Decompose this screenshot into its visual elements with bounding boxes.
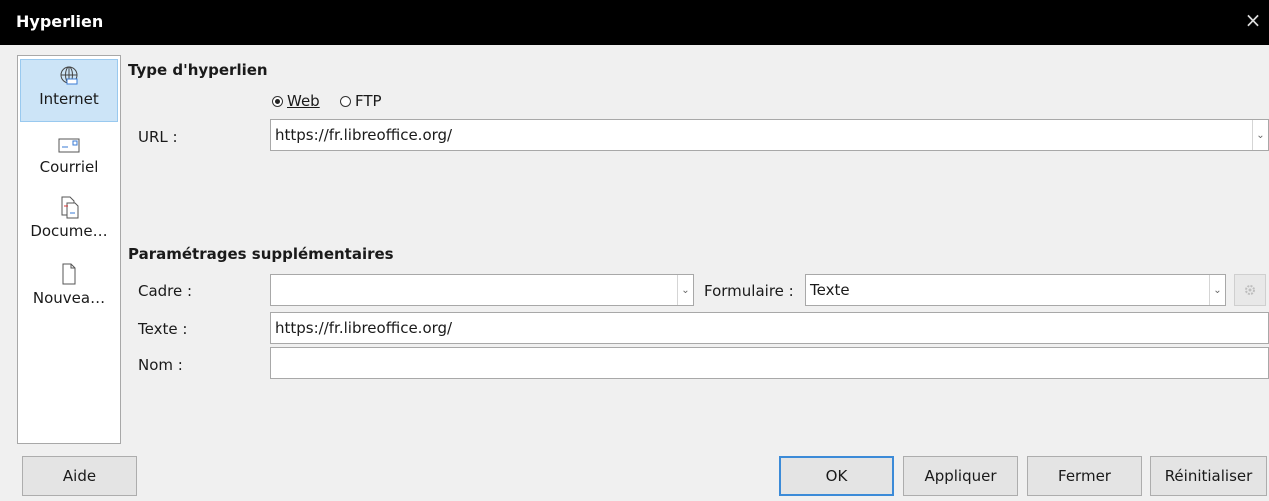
sidebar-item-label: Nouvea… — [32, 289, 106, 307]
text-value: https://fr.libreoffice.org/ — [275, 319, 453, 337]
radio-indicator — [272, 95, 283, 107]
chevron-down-icon[interactable]: ⌄ — [677, 275, 693, 305]
chevron-down-icon[interactable]: ⌄ — [1209, 275, 1225, 305]
close-button-label: Fermer — [1058, 467, 1111, 485]
radio-ftp[interactable]: FTP — [340, 92, 382, 110]
sidebar-item-mail[interactable]: Courriel — [18, 126, 120, 190]
ok-button-label: OK — [825, 467, 848, 485]
radio-web[interactable]: Web — [272, 92, 320, 110]
url-label: URL : — [138, 128, 178, 146]
name-label: Nom : — [138, 356, 183, 374]
envelope-icon — [58, 138, 80, 153]
form-select[interactable]: Texte ⌄ — [805, 274, 1226, 306]
ok-button[interactable]: OK — [779, 456, 894, 496]
frame-label: Cadre : — [138, 282, 193, 300]
help-button[interactable]: Aide — [22, 456, 137, 496]
close-button[interactable]: Fermer — [1027, 456, 1142, 496]
name-input[interactable] — [270, 347, 1269, 379]
form-value: Texte — [810, 281, 850, 299]
help-button-label: Aide — [62, 467, 97, 485]
sidebar-item-internet[interactable]: Internet — [20, 59, 118, 122]
reset-button[interactable]: Réinitialiser — [1150, 456, 1267, 496]
further-settings-heading: Paramétrages supplémentaires — [128, 245, 394, 263]
gear-icon — [1245, 285, 1255, 295]
sidebar-item-new-document[interactable]: Nouvea… — [18, 259, 120, 323]
radio-ftp-label: FTP — [355, 92, 382, 110]
frame-combobox[interactable]: ⌄ — [270, 274, 694, 306]
hyperlink-category-list: Internet Courriel Docume… Nouvea… — [17, 55, 121, 444]
url-combobox[interactable]: https://fr.libreoffice.org/ ⌄ — [270, 119, 1269, 151]
hyperlink-type-heading: Type d'hyperlien — [128, 61, 268, 79]
new-document-icon — [62, 263, 76, 285]
sidebar-item-label: Courriel — [39, 158, 99, 176]
sidebar-item-label: Docume… — [30, 222, 108, 240]
events-button[interactable] — [1234, 274, 1266, 306]
radio-web-label: Web — [287, 92, 320, 110]
apply-button-label: Appliquer — [924, 467, 997, 485]
radio-indicator — [340, 95, 351, 107]
sidebar-item-label: Internet — [39, 90, 99, 108]
close-icon[interactable]: × — [1241, 8, 1265, 32]
window-title: Hyperlien — [16, 12, 104, 31]
globe-icon — [60, 66, 78, 85]
chevron-down-icon[interactable]: ⌄ — [1252, 120, 1268, 150]
document-icon — [61, 196, 79, 219]
text-input[interactable]: https://fr.libreoffice.org/ — [270, 312, 1269, 344]
title-bar: Hyperlien × — [0, 0, 1269, 45]
text-label: Texte : — [138, 320, 188, 338]
sidebar-item-document[interactable]: Docume… — [18, 192, 120, 256]
apply-button[interactable]: Appliquer — [903, 456, 1018, 496]
reset-button-label: Réinitialiser — [1164, 467, 1253, 485]
form-label: Formulaire : — [704, 282, 794, 300]
url-value: https://fr.libreoffice.org/ — [275, 126, 453, 144]
